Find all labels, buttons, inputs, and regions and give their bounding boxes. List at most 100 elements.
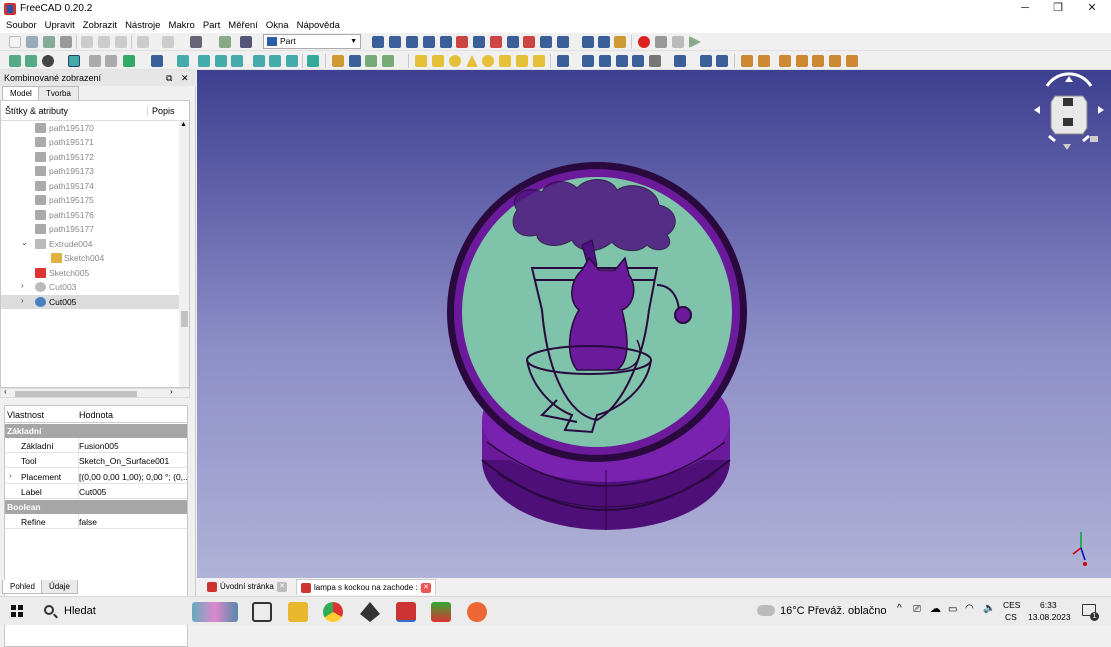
close-panel-icon[interactable]: ✕: [181, 70, 189, 86]
common-icon[interactable]: [796, 55, 808, 67]
shape-builder-icon[interactable]: [533, 55, 545, 67]
fillet-icon[interactable]: [616, 55, 628, 67]
revolve-icon[interactable]: [582, 55, 594, 67]
taskbar-search[interactable]: Hledat: [36, 597, 192, 626]
whats-this-icon[interactable]: [240, 36, 252, 48]
restore-button[interactable]: ❐: [1041, 0, 1075, 17]
macro-icon-11[interactable]: [540, 36, 552, 48]
undo-icon[interactable]: [137, 36, 149, 48]
cube-icon[interactable]: [415, 55, 427, 67]
macro-icon-6[interactable]: [456, 36, 468, 48]
doc-tab-lampa[interactable]: lampa s kockou na zachode : 1* ✕: [296, 579, 436, 595]
cone-icon[interactable]: [466, 55, 478, 67]
property-row[interactable]: Refine false: [5, 514, 187, 529]
macro-icon-3[interactable]: [406, 36, 418, 48]
thickness-icon[interactable]: [700, 55, 712, 67]
offset-icon[interactable]: [674, 55, 686, 67]
extrude-tool-icon[interactable]: [557, 55, 569, 67]
macro-icon-2[interactable]: [389, 36, 401, 48]
3d-model[interactable]: [197, 70, 1111, 578]
paste-icon[interactable]: [115, 36, 127, 48]
file-explorer-icon[interactable]: [288, 602, 308, 622]
tree-item[interactable]: path195174: [1, 179, 179, 193]
play-macro-icon[interactable]: [689, 36, 701, 48]
menu-makro[interactable]: Makro: [164, 20, 198, 31]
task-view-icon[interactable]: [252, 602, 272, 622]
property-group-zakladni[interactable]: Základní: [5, 424, 187, 438]
property-row[interactable]: Label Cut005: [5, 484, 187, 499]
chevron-down-icon[interactable]: ⌄: [21, 238, 28, 247]
tree-horizontal-scrollbar[interactable]: ‹ ›: [0, 387, 190, 398]
fit-selection-icon[interactable]: [25, 55, 37, 67]
cylinder-icon[interactable]: [432, 55, 444, 67]
record-macro-icon[interactable]: [638, 36, 650, 48]
app-icon[interactable]: [360, 602, 380, 622]
tree-item[interactable]: Sketch004: [1, 251, 179, 265]
tree-item[interactable]: Sketch005: [1, 266, 179, 280]
boolean-icon[interactable]: [741, 55, 753, 67]
chevron-right-icon[interactable]: ›: [21, 281, 24, 290]
refresh-icon[interactable]: [190, 36, 202, 48]
scroll-left-icon[interactable]: ‹: [4, 387, 7, 396]
forward-icon[interactable]: [105, 55, 117, 67]
tab-model[interactable]: Model: [2, 86, 40, 100]
stop-macro-icon[interactable]: [655, 36, 667, 48]
save-icon[interactable]: [43, 36, 55, 48]
macro-icon-15[interactable]: [614, 36, 626, 48]
projection-icon[interactable]: [716, 55, 728, 67]
view-top-icon[interactable]: [215, 55, 227, 67]
menu-napoveda[interactable]: Nápověda: [293, 20, 344, 31]
macro-icon-14[interactable]: [598, 36, 610, 48]
scrollbar-thumb[interactable]: [181, 311, 188, 327]
float-panel-icon[interactable]: ⧉: [166, 70, 172, 86]
navigation-cube[interactable]: [1034, 72, 1104, 150]
tube-icon[interactable]: [499, 55, 511, 67]
join-icon[interactable]: [812, 55, 824, 67]
app-icon-3[interactable]: [467, 602, 487, 622]
minimize-button[interactable]: ─: [1008, 0, 1042, 17]
view-left-icon[interactable]: [286, 55, 298, 67]
close-tab-icon[interactable]: ✕: [277, 582, 287, 592]
macro-icon-10[interactable]: [523, 36, 535, 48]
tree-item-selected[interactable]: › Cut005: [1, 295, 179, 309]
copy-icon[interactable]: [98, 36, 110, 48]
tree-item[interactable]: path195170: [1, 121, 179, 135]
new-icon[interactable]: [9, 36, 21, 48]
primitives-icon[interactable]: [516, 55, 528, 67]
group-icon[interactable]: [349, 55, 361, 67]
input-language[interactable]: CES: [1003, 600, 1020, 610]
doc-tab-start[interactable]: Úvodní stránka ✕: [203, 579, 287, 595]
tree-item[interactable]: path195176: [1, 208, 179, 222]
freecad-taskbar-icon[interactable]: [396, 602, 416, 622]
back-icon[interactable]: [89, 55, 101, 67]
macro-edit-icon[interactable]: [672, 36, 684, 48]
display-icon[interactable]: ⎚: [913, 604, 921, 615]
torus-icon[interactable]: [482, 55, 494, 67]
chevron-right-icon[interactable]: ›: [21, 296, 24, 305]
chrome-icon[interactable]: [323, 602, 343, 622]
volume-icon[interactable]: 🔈: [983, 603, 995, 614]
tree-item[interactable]: path195175: [1, 193, 179, 207]
close-button[interactable]: ✕: [1075, 0, 1109, 17]
cut-tool-icon[interactable]: [81, 36, 93, 48]
tree-item[interactable]: path195177: [1, 222, 179, 236]
recompute-icon[interactable]: [219, 36, 231, 48]
wifi-icon[interactable]: ◠: [965, 603, 974, 614]
macro-icon-12[interactable]: [557, 36, 569, 48]
view-front-icon[interactable]: [198, 55, 210, 67]
measure-icon[interactable]: [307, 55, 319, 67]
macro-icon-9[interactable]: [507, 36, 519, 48]
property-group-boolean[interactable]: Boolean: [5, 500, 187, 514]
cloud-icon[interactable]: ☁: [930, 602, 941, 615]
menu-nastroje[interactable]: Nástroje: [121, 20, 164, 31]
bookmark-icon[interactable]: [123, 55, 135, 67]
tab-tvorba[interactable]: Tvorba: [38, 86, 79, 100]
macro-icon-7[interactable]: [473, 36, 485, 48]
tree-vertical-scrollbar[interactable]: ▲: [179, 121, 189, 387]
sphere-icon[interactable]: [449, 55, 461, 67]
property-row[interactable]: Základní Fusion005: [5, 438, 187, 453]
zoom-icon[interactable]: [151, 55, 163, 67]
save-as-icon[interactable]: [60, 36, 72, 48]
link-icon[interactable]: [365, 55, 377, 67]
close-tab-icon[interactable]: ✕: [421, 583, 431, 593]
